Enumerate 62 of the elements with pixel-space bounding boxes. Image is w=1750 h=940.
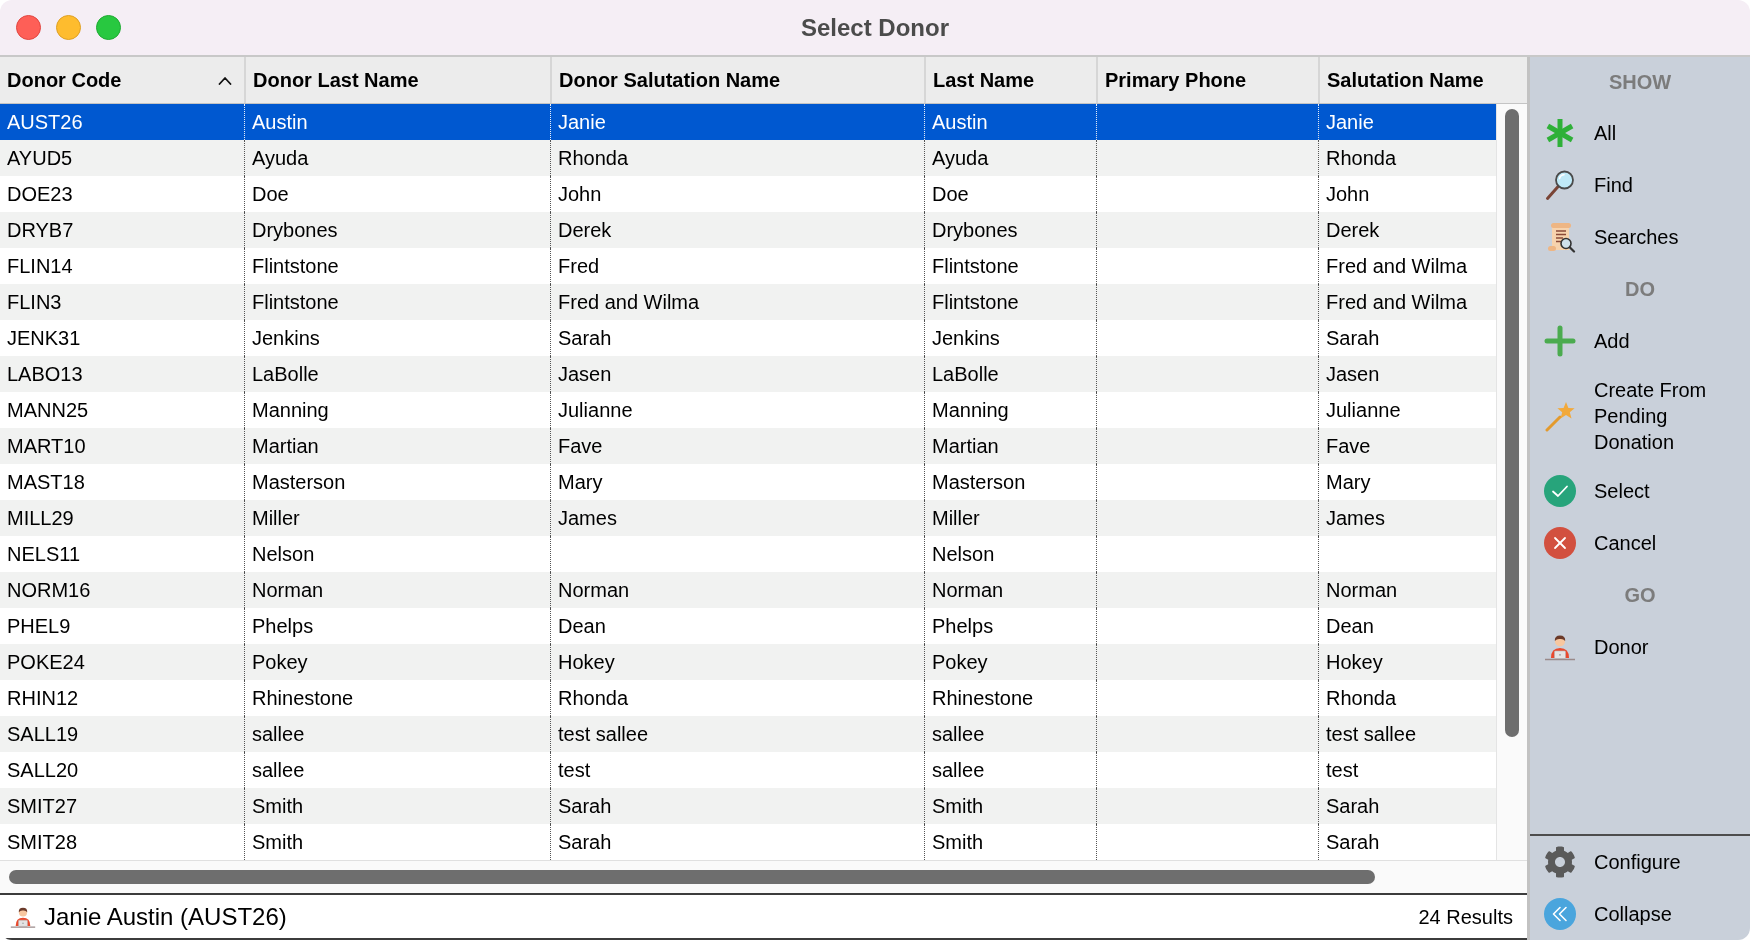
table-row[interactable]: POKE24 Pokey Hokey Pokey Hokey (0, 644, 1496, 680)
double-chevron-left-icon (1544, 898, 1576, 930)
plus-icon (1544, 325, 1576, 357)
table-cell-text: SALL20 (6, 758, 80, 783)
section-heading: DO (1625, 277, 1655, 302)
table-cell-text: AYUD5 (6, 146, 74, 171)
minimize-button[interactable] (56, 15, 81, 40)
section-heading: GO (1624, 583, 1656, 608)
table-row[interactable]: LABO13 LaBolle Jasen LaBolle Jasen (0, 356, 1496, 392)
table-cell-text: DRYB7 (6, 218, 75, 243)
zoom-button[interactable] (96, 15, 121, 40)
table-cell-text: SMIT28 (6, 830, 79, 855)
window-title: Select Donor (801, 12, 949, 43)
column-header[interactable]: Donor Code (0, 57, 244, 103)
sidebar-button[interactable]: Select (1530, 465, 1750, 517)
table-cell-text: JENK31 (6, 326, 82, 351)
result-count: 24 Results (1418, 904, 1513, 930)
table-cell-text: SALL19 (6, 722, 80, 747)
table-row[interactable]: SALL19 sallee test sallee sallee test sallee (0, 716, 1496, 752)
table-cell-text: MANN25 (6, 398, 90, 423)
table-cell-text: AUST26 (6, 110, 84, 135)
table-cell-text: NORM16 (6, 578, 92, 603)
table-row[interactable]: NORM16 Norman Norman Norman Norman (0, 572, 1496, 608)
selection-label: Janie Austin (AUST26) (44, 901, 287, 932)
table-row[interactable]: AUST26 Austin Janie Austin Janie (0, 104, 1496, 140)
sidebar-button[interactable]: Searches (1530, 211, 1750, 263)
search-icon (1544, 169, 1576, 201)
table-cell-text: MILL29 (6, 506, 75, 531)
magic-wand-icon (1544, 400, 1576, 432)
sidebar-button[interactable]: Donor (1530, 621, 1750, 673)
table-cell-text: NELS11 (6, 542, 81, 567)
sidebar-button[interactable]: Create From Pending Donation (1530, 367, 1750, 465)
table-cell-text: PHEL9 (6, 614, 72, 639)
check-circle-icon (1544, 475, 1576, 507)
section-heading: SHOW (1608, 70, 1672, 95)
table-cell-text: SMIT27 (6, 794, 79, 819)
gear-icon (1544, 846, 1576, 878)
table-row[interactable]: AYUD5 Ayuda Rhonda Ayuda Rhonda (0, 140, 1496, 176)
table-cell-text: RHIN12 (6, 686, 80, 711)
table-cell-text: MART10 (6, 434, 87, 459)
close-circle-icon (1544, 527, 1576, 559)
table-cell-text: MAST18 (6, 470, 86, 495)
sidebar-button[interactable]: All (1530, 107, 1750, 159)
table-cell-text: DOE23 (6, 182, 74, 207)
asterisk-icon (1544, 117, 1576, 149)
table-cell-text: POKE24 (6, 650, 86, 675)
vertical-scrollbar-thumb[interactable] (1505, 109, 1519, 737)
sidebar-button[interactable]: Cancel (1530, 517, 1750, 569)
sidebar-button[interactable]: Collapse (1530, 888, 1750, 940)
table-row[interactable]: MART10 Martian Fave Martian Fave (0, 428, 1496, 464)
table-row[interactable]: SMIT27 Smith Sarah Smith Sarah (0, 788, 1496, 824)
close-button[interactable] (16, 15, 41, 40)
sidebar-button[interactable]: Find (1530, 159, 1750, 211)
horizontal-scrollbar-thumb[interactable] (9, 870, 1375, 884)
table-cell-text: FLIN14 (6, 254, 74, 279)
table-row[interactable]: MILL29 Miller James Miller James (0, 500, 1496, 536)
table-row[interactable]: DRYB7 Drybones Derek Drybones Derek (0, 212, 1496, 248)
table-row[interactable]: FLIN3 Flintstone Fred and Wilma Flintstone Fred and Wilma (0, 284, 1496, 320)
sidebar-button[interactable]: Add (1530, 315, 1750, 367)
table-cell-text: LABO13 (6, 362, 84, 387)
sidebar-button[interactable]: Configure (1530, 836, 1750, 888)
table-cell-text: FLIN3 (6, 290, 63, 315)
